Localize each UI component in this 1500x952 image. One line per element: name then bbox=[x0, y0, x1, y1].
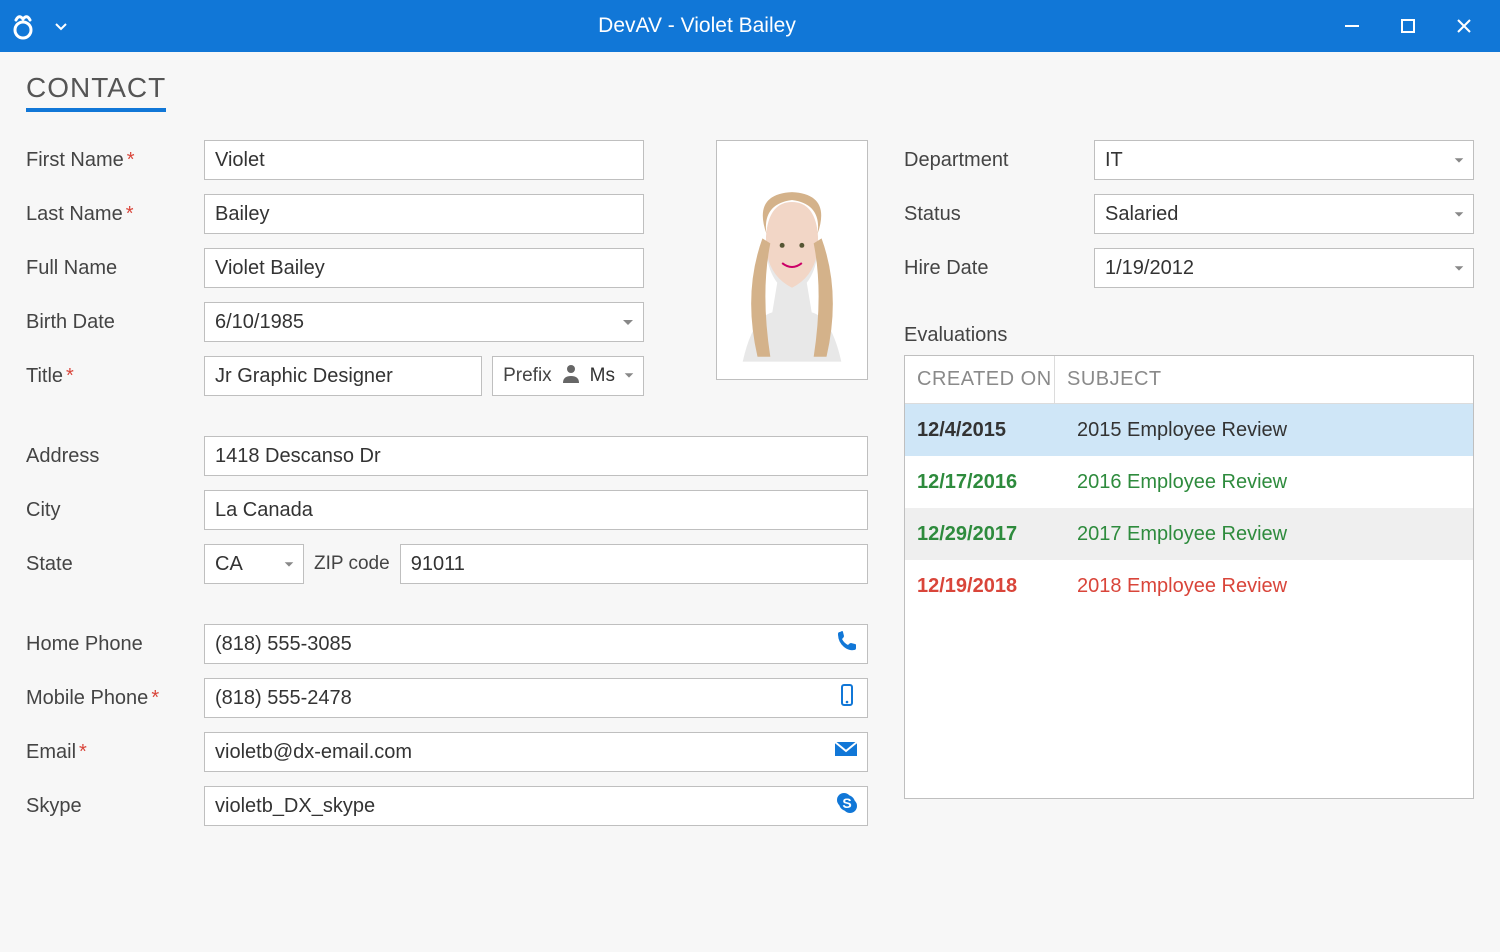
evaluation-subject: 2018 Employee Review bbox=[1065, 575, 1473, 598]
city-label: City bbox=[26, 499, 204, 522]
app-logo-icon bbox=[8, 11, 38, 41]
column-header-created-on[interactable]: CREATED ON bbox=[905, 356, 1055, 403]
titlebar: DevAV - Violet Bailey bbox=[0, 0, 1500, 52]
column-header-subject[interactable]: SUBJECT bbox=[1055, 368, 1473, 391]
state-select[interactable]: CA bbox=[204, 544, 304, 584]
first-name-input[interactable]: Violet bbox=[204, 140, 644, 180]
evaluations-table: CREATED ON SUBJECT 12/4/20152015 Employe… bbox=[904, 355, 1474, 799]
chevron-down-icon bbox=[621, 315, 635, 329]
address-input[interactable]: 1418 Descanso Dr bbox=[204, 436, 868, 476]
birth-date-input[interactable]: 6/10/1985 bbox=[204, 302, 644, 342]
employee-photo[interactable] bbox=[716, 140, 868, 380]
svg-text:S: S bbox=[842, 795, 851, 811]
prefix-select[interactable]: Prefix Ms bbox=[492, 356, 644, 396]
last-name-label: Last Name* bbox=[26, 203, 204, 226]
chevron-down-icon bbox=[1453, 208, 1465, 220]
phone-icon bbox=[835, 629, 859, 659]
last-name-input[interactable]: Bailey bbox=[204, 194, 644, 234]
evaluation-row[interactable]: 12/29/20172017 Employee Review bbox=[905, 508, 1473, 560]
quick-access-dropdown-icon[interactable] bbox=[52, 19, 70, 33]
chevron-down-icon bbox=[1453, 262, 1465, 274]
maximize-button[interactable] bbox=[1380, 0, 1436, 52]
evaluation-row[interactable]: 12/17/20162016 Employee Review bbox=[905, 456, 1473, 508]
hire-date-label: Hire Date bbox=[904, 257, 1094, 280]
email-input[interactable]: violetb@dx-email.com bbox=[204, 732, 868, 772]
full-name-label: Full Name bbox=[26, 257, 204, 280]
mobile-phone-label: Mobile Phone* bbox=[26, 687, 204, 710]
evaluation-date: 12/4/2015 bbox=[905, 419, 1065, 442]
section-tab-contact[interactable]: CONTACT bbox=[26, 72, 166, 112]
email-label: Email* bbox=[26, 741, 204, 764]
skype-input[interactable]: violetb_DX_skype S bbox=[204, 786, 868, 826]
evaluation-date: 12/29/2017 bbox=[905, 523, 1065, 546]
first-name-label: First Name* bbox=[26, 149, 204, 172]
zip-label: ZIP code bbox=[304, 553, 400, 575]
zip-input[interactable]: 91011 bbox=[400, 544, 868, 584]
birth-date-label: Birth Date bbox=[26, 311, 204, 334]
address-label: Address bbox=[26, 445, 204, 468]
state-label: State bbox=[26, 553, 204, 576]
evaluation-date: 12/19/2018 bbox=[905, 575, 1065, 598]
minimize-button[interactable] bbox=[1324, 0, 1380, 52]
window-title: DevAV - Violet Bailey bbox=[70, 14, 1324, 38]
skype-icon: S bbox=[835, 791, 859, 821]
evaluation-subject: 2017 Employee Review bbox=[1065, 523, 1473, 546]
person-icon bbox=[560, 362, 582, 390]
department-select[interactable]: IT bbox=[1094, 140, 1474, 180]
title-input[interactable]: Jr Graphic Designer bbox=[204, 356, 482, 396]
chevron-down-icon bbox=[623, 365, 635, 387]
chevron-down-icon bbox=[1453, 154, 1465, 166]
email-icon bbox=[833, 737, 859, 767]
evaluations-heading: Evaluations bbox=[904, 324, 1474, 347]
status-label: Status bbox=[904, 203, 1094, 226]
department-label: Department bbox=[904, 149, 1094, 172]
skype-label: Skype bbox=[26, 795, 204, 818]
content-area: CONTACT First Name* Violet Last Name* Ba… bbox=[0, 52, 1500, 952]
evaluations-header: CREATED ON SUBJECT bbox=[905, 356, 1473, 404]
evaluation-subject: 2015 Employee Review bbox=[1065, 419, 1473, 442]
full-name-input[interactable]: Violet Bailey bbox=[204, 248, 644, 288]
mobile-phone-input[interactable]: (818) 555-2478 bbox=[204, 678, 868, 718]
home-phone-input[interactable]: (818) 555-3085 bbox=[204, 624, 868, 664]
close-button[interactable] bbox=[1436, 0, 1492, 52]
chevron-down-icon bbox=[283, 558, 295, 570]
city-input[interactable]: La Canada bbox=[204, 490, 868, 530]
home-phone-label: Home Phone bbox=[26, 633, 204, 656]
hire-date-input[interactable]: 1/19/2012 bbox=[1094, 248, 1474, 288]
evaluation-row[interactable]: 12/4/20152015 Employee Review bbox=[905, 404, 1473, 456]
status-select[interactable]: Salaried bbox=[1094, 194, 1474, 234]
evaluation-row[interactable]: 12/19/20182018 Employee Review bbox=[905, 560, 1473, 612]
mobile-icon bbox=[835, 683, 859, 713]
evaluation-subject: 2016 Employee Review bbox=[1065, 471, 1473, 494]
evaluation-date: 12/17/2016 bbox=[905, 471, 1065, 494]
title-label: Title* bbox=[26, 365, 204, 388]
